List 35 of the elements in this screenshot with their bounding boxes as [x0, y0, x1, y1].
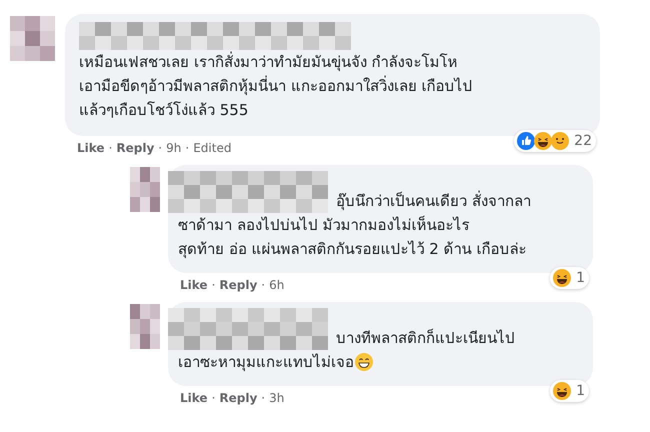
comment-text: แล้วๆเกือบโชว์โง่แล้ว 555	[79, 100, 248, 121]
separator-dot: ·	[185, 141, 190, 155]
separator-dot: ·	[108, 141, 112, 155]
grinning-face-icon	[355, 353, 373, 371]
action-link[interactable]: Reply	[219, 278, 258, 292]
comment-text: ซาด้ามา ลองไปบ่นไป มัวมากมองไม่เห็นอะไร	[178, 214, 470, 236]
reaction-badge[interactable]: 22	[514, 130, 596, 152]
timestamp: 3h	[269, 391, 284, 405]
timestamp: 6h	[269, 278, 284, 292]
action-link[interactable]: Reply	[219, 391, 258, 405]
action-link[interactable]: Like	[180, 391, 208, 405]
comment-text: สุดท้าย อ่อ แผ่นพลาสติกกันรอยแปะไว้ 2 ด้าน เกือบล่ะ	[178, 239, 526, 260]
separator-dot: ·	[212, 278, 216, 292]
comment-text: อุ๊บนึกว่าเป็นคนเดียว สั่งจากลา	[336, 190, 531, 212]
timestamp: 9h	[166, 141, 182, 155]
reaction-count: 1	[576, 270, 585, 286]
separator-dot: ·	[261, 278, 266, 292]
reaction-badge[interactable]: 1	[550, 380, 589, 402]
action-link[interactable]: Like	[180, 278, 208, 292]
blurred-avatar-drawing	[10, 16, 55, 61]
comment-text: เอาซะหามุมแกะแทบไม่เจอ	[178, 352, 354, 374]
separator-dot: ·	[261, 391, 266, 405]
blurred-avatar-drawing	[130, 304, 160, 349]
separator-dot: ·	[158, 141, 162, 155]
action-link[interactable]: Reply	[116, 141, 154, 155]
edited-label: Edited	[193, 141, 232, 155]
reaction-badge[interactable]: 1	[550, 267, 589, 289]
reaction-count: 1	[576, 383, 585, 399]
separator-dot: ·	[212, 391, 216, 405]
blurred-avatar-drawing	[130, 167, 160, 212]
comment-text: เอามือขีดๆอ้าวมีพลาสติกหุ้มนี่นา แกะออกมาใสวิ่งเลย เกือบไป	[79, 74, 473, 98]
comment-text: เหมือนเฟสชวเลย เรากิสั่งมาว่าทำมัยมันขุ่นจัง กำลังจะโมโห	[79, 50, 458, 74]
reaction-count: 22	[574, 133, 592, 149]
comment-text: บางทีพลาสติกก็แปะเนียนไป	[336, 328, 515, 349]
action-link[interactable]: Like	[77, 141, 105, 155]
